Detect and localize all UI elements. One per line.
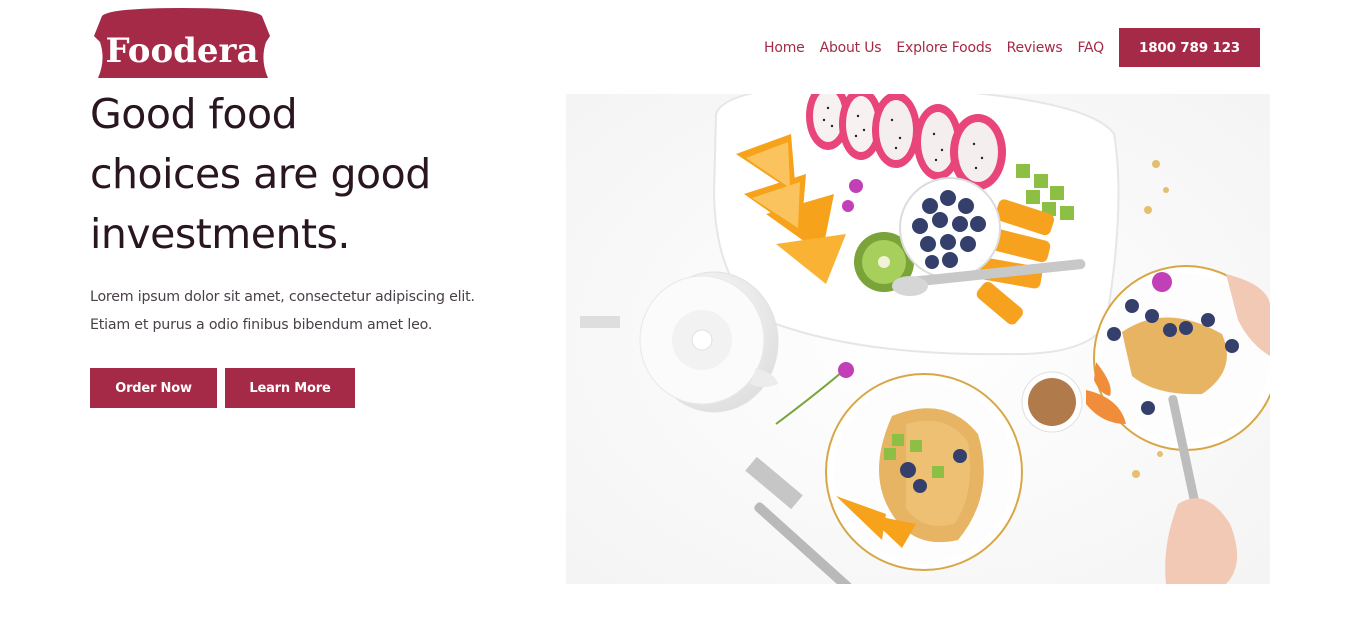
fruit-platter	[712, 94, 1120, 356]
brand-logo[interactable]: Foodera	[90, 6, 274, 82]
brand-logo-text: Foodera	[106, 31, 259, 71]
main-nav: Home About Us Explore Foods Reviews FAQ …	[764, 28, 1260, 67]
learn-more-button[interactable]: Learn More	[225, 368, 355, 408]
headline-line: Good food	[90, 90, 298, 138]
hero-food-photo	[566, 94, 1270, 584]
nav-link-explore-foods[interactable]: Explore Foods	[896, 40, 991, 56]
headline-line: choices are good	[90, 150, 431, 198]
nav-link-about-us[interactable]: About Us	[820, 40, 882, 56]
nav-link-faq[interactable]: FAQ	[1077, 40, 1104, 56]
hero-headline: Good food choices are good investments.	[90, 84, 550, 264]
pancake-plate-left	[825, 373, 1023, 571]
subtitle-line: Etiam et purus a odio finibus bibendum a…	[90, 317, 433, 333]
nav-link-home[interactable]: Home	[764, 40, 805, 56]
order-now-button[interactable]: Order Now	[90, 368, 217, 408]
subtitle-line: Lorem ipsum dolor sit amet, consectetur …	[90, 289, 475, 305]
hero-subtitle: Lorem ipsum dolor sit amet, consectetur …	[90, 283, 530, 339]
nav-link-reviews[interactable]: Reviews	[1007, 40, 1063, 56]
headline-line: investments.	[90, 210, 350, 258]
coffee-cup	[1021, 371, 1083, 433]
phone-button[interactable]: 1800 789 123	[1119, 28, 1260, 67]
